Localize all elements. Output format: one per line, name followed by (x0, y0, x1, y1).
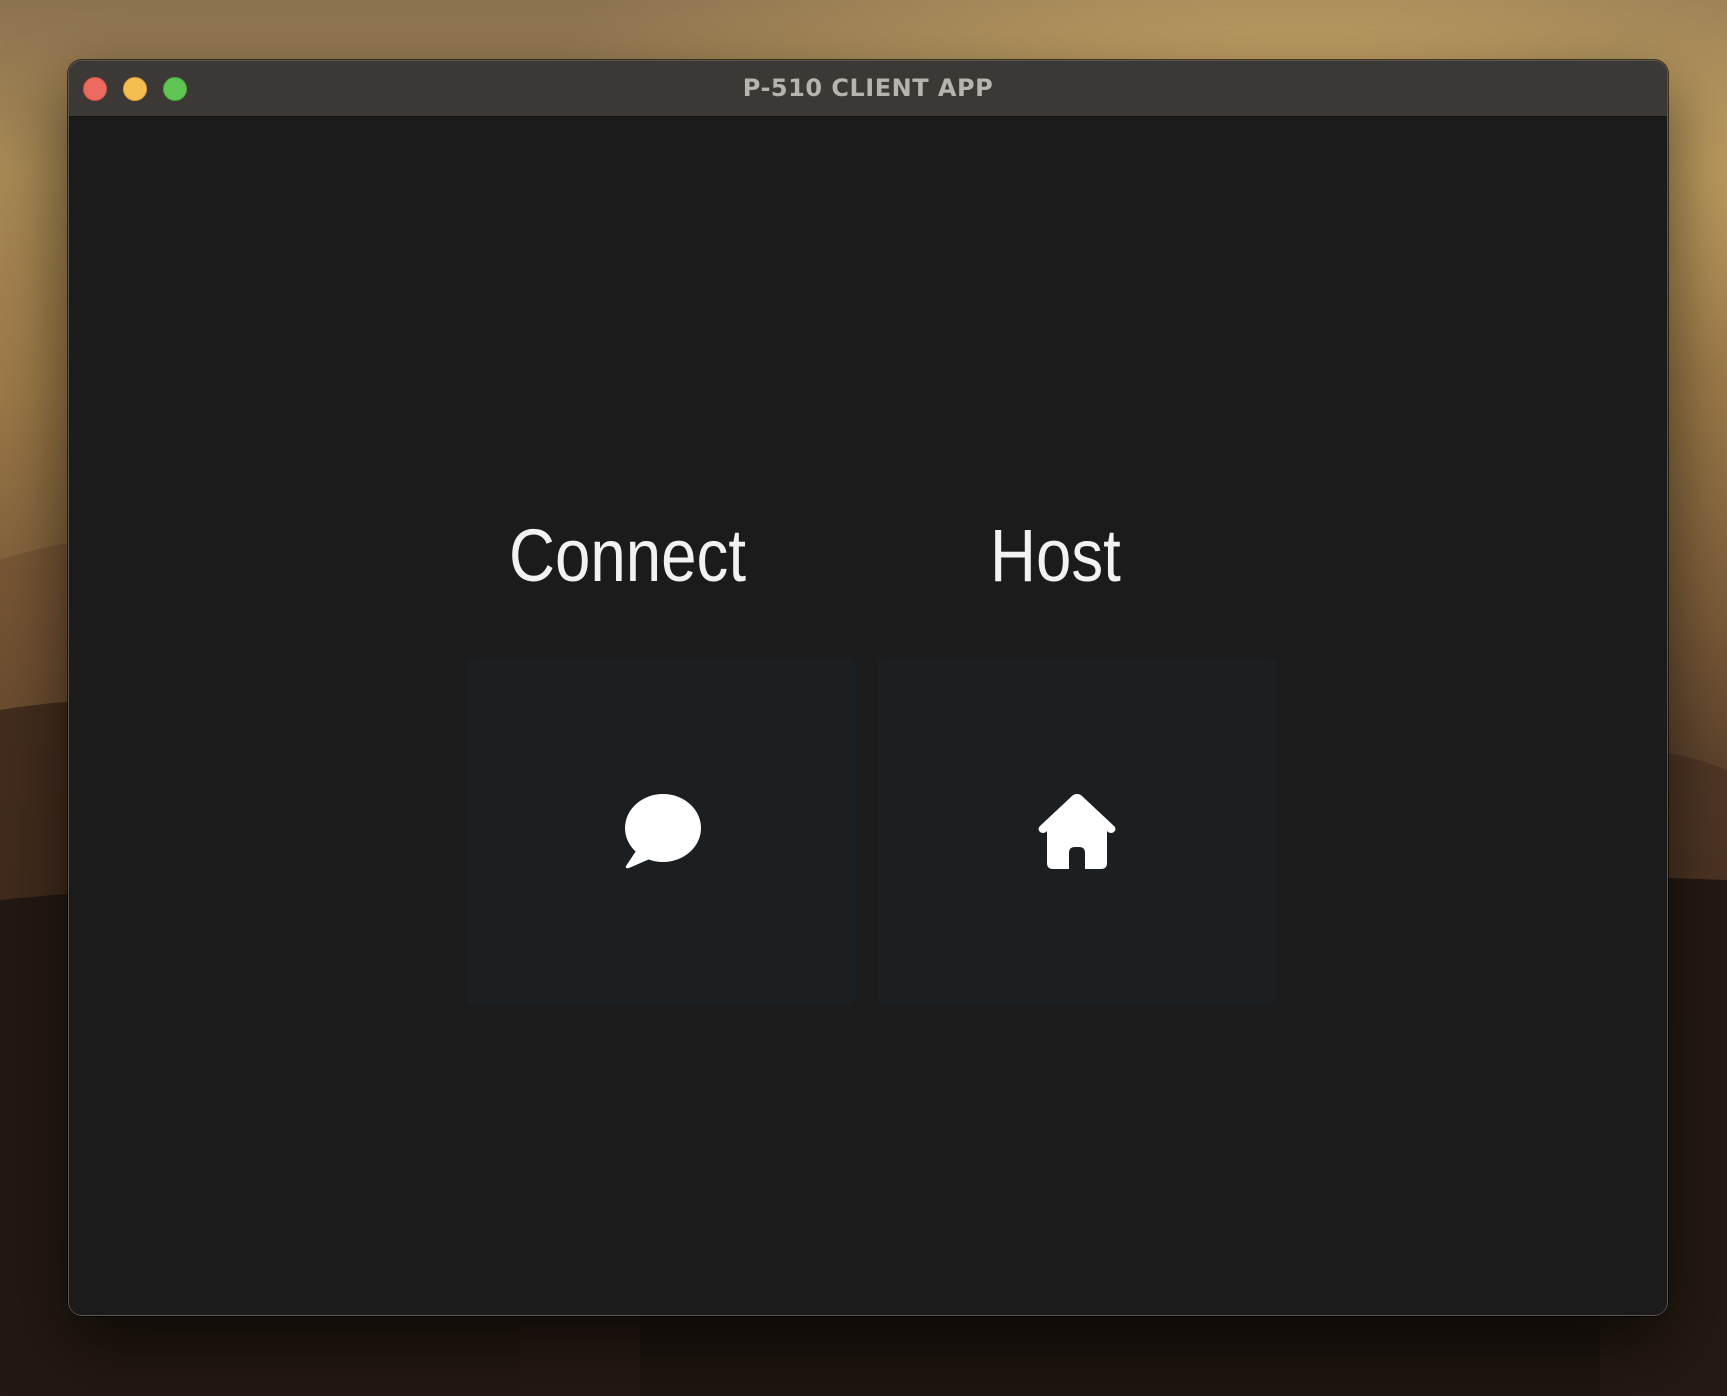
speech-bubble-icon (624, 794, 701, 869)
app-window: P-510 CLIENT APP Connect Host (68, 60, 1668, 1316)
main-content: Connect Host (69, 117, 1667, 1315)
home-icon (1038, 794, 1115, 869)
host-label: Host (990, 514, 1121, 597)
connect-button[interactable] (467, 657, 856, 1005)
host-button[interactable] (877, 657, 1276, 1005)
window-title: P-510 CLIENT APP (742, 74, 994, 102)
title-bar[interactable]: P-510 CLIENT APP (69, 61, 1667, 117)
connect-label: Connect (509, 514, 747, 597)
